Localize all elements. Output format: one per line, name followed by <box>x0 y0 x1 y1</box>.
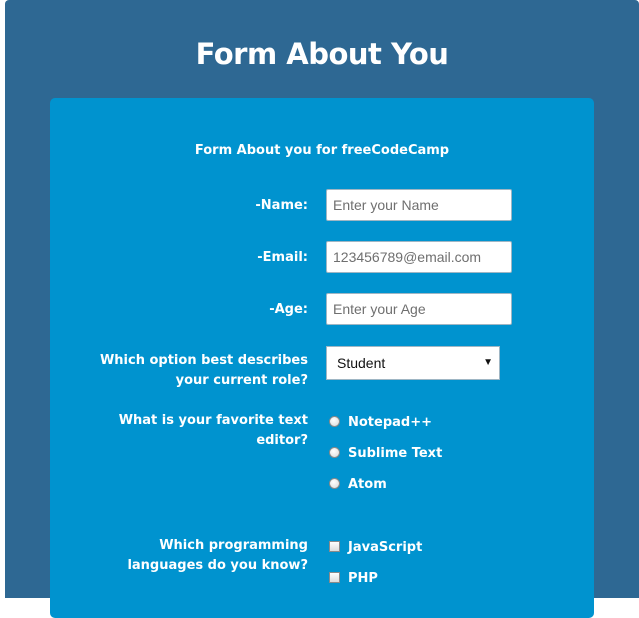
form-card: Form About you for freeCodeCamp -Name: -… <box>50 98 594 618</box>
radio-label: Atom <box>348 477 387 492</box>
email-input[interactable] <box>326 241 512 273</box>
radio-option-sublime[interactable]: Sublime Text <box>329 444 442 464</box>
form-subtitle: Form About you for freeCodeCamp <box>194 143 450 158</box>
role-select[interactable]: Student ▼ <box>326 346 500 380</box>
radio-option-notepad[interactable]: Notepad++ <box>329 413 432 433</box>
radio-option-atom[interactable]: Atom <box>329 475 387 495</box>
checkbox-label: PHP <box>348 571 378 586</box>
email-label: -Email: <box>257 250 308 265</box>
chevron-down-icon: ▼ <box>483 357 493 368</box>
radio-label: Notepad++ <box>348 415 433 430</box>
role-label: Which option best describes your current… <box>99 353 308 388</box>
radio-button[interactable] <box>329 447 340 458</box>
checkbox-option-php[interactable]: PHP <box>329 569 378 589</box>
checkbox-label: JavaScript <box>348 540 423 555</box>
languages-label: Which programming languages do you know? <box>127 538 308 573</box>
radio-button[interactable] <box>329 478 340 489</box>
checkbox-option-javascript[interactable]: JavaScript <box>329 538 422 558</box>
radio-label: Sublime Text <box>348 446 443 461</box>
age-input[interactable] <box>326 293 512 325</box>
age-label: -Age: <box>269 302 308 317</box>
name-label: -Name: <box>255 198 308 213</box>
editor-label: What is your favorite text editor? <box>118 413 308 448</box>
checkbox[interactable] <box>329 541 340 552</box>
page-title: Form About You <box>195 37 449 71</box>
checkbox[interactable] <box>329 572 340 583</box>
name-input[interactable] <box>326 189 512 221</box>
radio-button[interactable] <box>329 416 340 427</box>
role-select-value: Student <box>337 355 386 371</box>
